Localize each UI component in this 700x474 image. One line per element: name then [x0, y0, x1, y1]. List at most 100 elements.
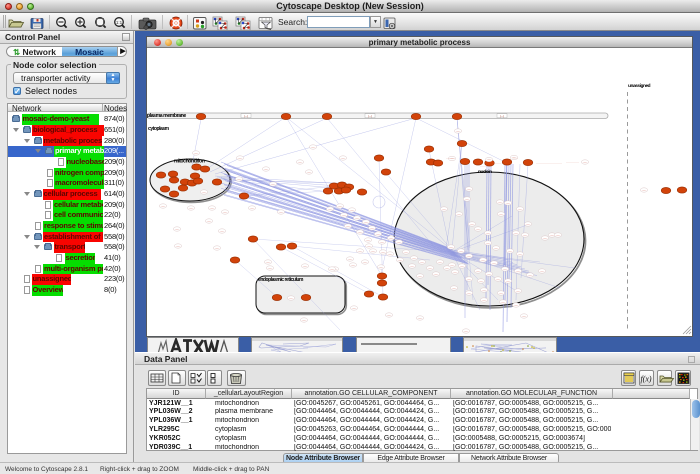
- svg-text:·—·: ·—·: [237, 177, 242, 181]
- svg-text:·—·: ·—·: [523, 233, 528, 237]
- svg-text:·—·: ·—·: [518, 207, 523, 211]
- svg-text:·—·: ·—·: [482, 298, 487, 302]
- svg-text:·—·: ·—·: [210, 206, 215, 210]
- svg-text:·—·: ·—·: [506, 279, 511, 283]
- svg-text:nuclein: nuclein: [478, 169, 492, 175]
- svg-text:·—·: ·—·: [514, 303, 519, 307]
- svg-text:·—·: ·—·: [460, 264, 465, 268]
- svg-text:·—·: ·—·: [453, 270, 458, 274]
- svg-text:·—·: ·—·: [522, 314, 527, 318]
- svg-text:·—·: ·—·: [370, 226, 375, 230]
- svg-text:[—]: [—]: [244, 114, 249, 118]
- svg-text:·—·: ·—·: [207, 219, 212, 223]
- svg-text:·—·: ·—·: [266, 260, 271, 264]
- svg-text:·—·: ·—·: [397, 240, 402, 244]
- svg-text:·—·: ·—·: [482, 288, 487, 292]
- svg-text:·—·: ·—·: [467, 187, 472, 191]
- svg-text:·—·: ·—·: [371, 249, 376, 253]
- svg-text:·—·: ·—·: [194, 151, 199, 155]
- svg-text:·—·: ·—·: [518, 252, 523, 256]
- svg-text:·—·: ·—·: [279, 210, 284, 214]
- svg-text:·—·: ·—·: [366, 238, 371, 242]
- svg-text:·—·: ·—·: [526, 222, 531, 226]
- svg-text:·—·: ·—·: [363, 260, 368, 264]
- svg-text:·—·: ·—·: [508, 249, 513, 253]
- svg-text:·—·: ·—·: [307, 170, 312, 174]
- svg-text:f(x): f(x): [640, 375, 651, 384]
- svg-text:·—·: ·—·: [503, 267, 508, 271]
- svg-text:·—·: ·—·: [238, 156, 243, 160]
- svg-text:·—·: ·—·: [311, 145, 316, 149]
- svg-text:·—·: ·—·: [202, 190, 207, 194]
- svg-text:·—·: ·—·: [492, 261, 497, 265]
- svg-text:·—·: ·—·: [479, 279, 484, 283]
- svg-text:·—·: ·—·: [380, 240, 385, 244]
- svg-text:·—·: ·—·: [358, 249, 363, 253]
- svg-text:mitochondrion: mitochondrion: [174, 159, 205, 165]
- svg-text:·—·: ·—·: [514, 231, 519, 235]
- svg-text:·—·: ·—·: [467, 291, 472, 295]
- svg-text:plasma membrane: plasma membrane: [147, 113, 186, 119]
- svg-text:·—·: ·—·: [486, 231, 491, 235]
- svg-text:·—·: ·—·: [341, 156, 346, 160]
- svg-text:·—·: ·—·: [389, 236, 394, 240]
- svg-text:·—·: ·—·: [250, 206, 255, 210]
- svg-text:·—·: ·—·: [465, 197, 470, 201]
- svg-text:······: ······: [495, 161, 501, 165]
- svg-text:·—·: ·—·: [355, 216, 360, 220]
- svg-text:·—·: ·—·: [376, 232, 381, 236]
- svg-text:·—·: ·—·: [302, 318, 307, 322]
- svg-text:·—·: ·—·: [271, 182, 276, 186]
- svg-text:·—·: ·—·: [220, 229, 225, 233]
- svg-text:·—·: ·—·: [398, 258, 403, 262]
- svg-text:endoplasmic reticulum: endoplasmic reticulum: [258, 277, 304, 283]
- svg-text:·—·: ·—·: [476, 269, 481, 273]
- svg-text:··························: ··························: [536, 161, 562, 165]
- svg-text:·—·: ·—·: [540, 269, 545, 273]
- svg-text:·············: ·············: [566, 160, 579, 164]
- svg-text:·—·: ·—·: [420, 260, 425, 264]
- svg-text:·········: ·········: [446, 156, 455, 160]
- svg-text:·—·: ·—·: [338, 204, 343, 208]
- svg-text:·—·: ·—·: [457, 212, 462, 216]
- svg-text:·—·: ·—·: [367, 244, 372, 248]
- svg-text:·—·: ·—·: [358, 230, 363, 234]
- svg-text:·—·: ·—·: [442, 207, 447, 211]
- svg-text:·—·: ·—·: [264, 167, 269, 171]
- svg-text:·—·: ·—·: [189, 206, 194, 210]
- svg-text:·—·: ·—·: [486, 241, 491, 245]
- svg-text:·—·: ·—·: [268, 266, 273, 270]
- svg-text:·—·: ·—·: [379, 265, 384, 269]
- svg-text:·—·: ·—·: [381, 250, 386, 254]
- svg-text:·—·: ·—·: [298, 160, 303, 164]
- svg-text:········: ········: [480, 164, 488, 168]
- svg-text:·—·: ·—·: [452, 286, 457, 290]
- svg-text:·—·: ·—·: [328, 207, 333, 211]
- svg-text:·—·: ·—·: [342, 213, 347, 217]
- svg-text:·—·: ·—·: [303, 264, 308, 268]
- svg-text:·—·: ·—·: [346, 224, 351, 228]
- svg-text:·—·: ·—·: [494, 246, 499, 250]
- svg-text:·—·: ·—·: [348, 257, 353, 261]
- svg-text:·—·: ·—·: [450, 263, 455, 267]
- svg-text:·—·: ·—·: [543, 236, 548, 240]
- svg-text:·—·: ·—·: [642, 188, 647, 192]
- svg-text:·—·: ·—·: [456, 129, 461, 133]
- svg-text:unassigned: unassigned: [628, 83, 651, 89]
- svg-text:·—·: ·—·: [215, 246, 220, 250]
- svg-text:cytoplasm: cytoplasm: [148, 126, 170, 132]
- svg-text:·—·: ·—·: [499, 212, 504, 216]
- svg-text:·—·: ·—·: [350, 208, 355, 212]
- svg-text:·—·: ·—·: [516, 269, 521, 273]
- svg-text:1:1: 1:1: [116, 20, 123, 25]
- svg-text:·—·: ·—·: [459, 249, 464, 253]
- svg-text:·—·: ·—·: [438, 260, 443, 264]
- svg-text:·—·: ·—·: [501, 300, 506, 304]
- svg-text:·—·: ·—·: [487, 158, 492, 162]
- svg-text:·—·: ·—·: [528, 273, 533, 277]
- svg-text:·—·: ·—·: [449, 245, 454, 249]
- svg-text:·—·: ·—·: [418, 316, 423, 320]
- svg-text:·—·: ·—·: [412, 256, 417, 260]
- svg-text:·—·: ·—·: [428, 266, 433, 270]
- svg-text:·—·: ·—·: [364, 220, 369, 224]
